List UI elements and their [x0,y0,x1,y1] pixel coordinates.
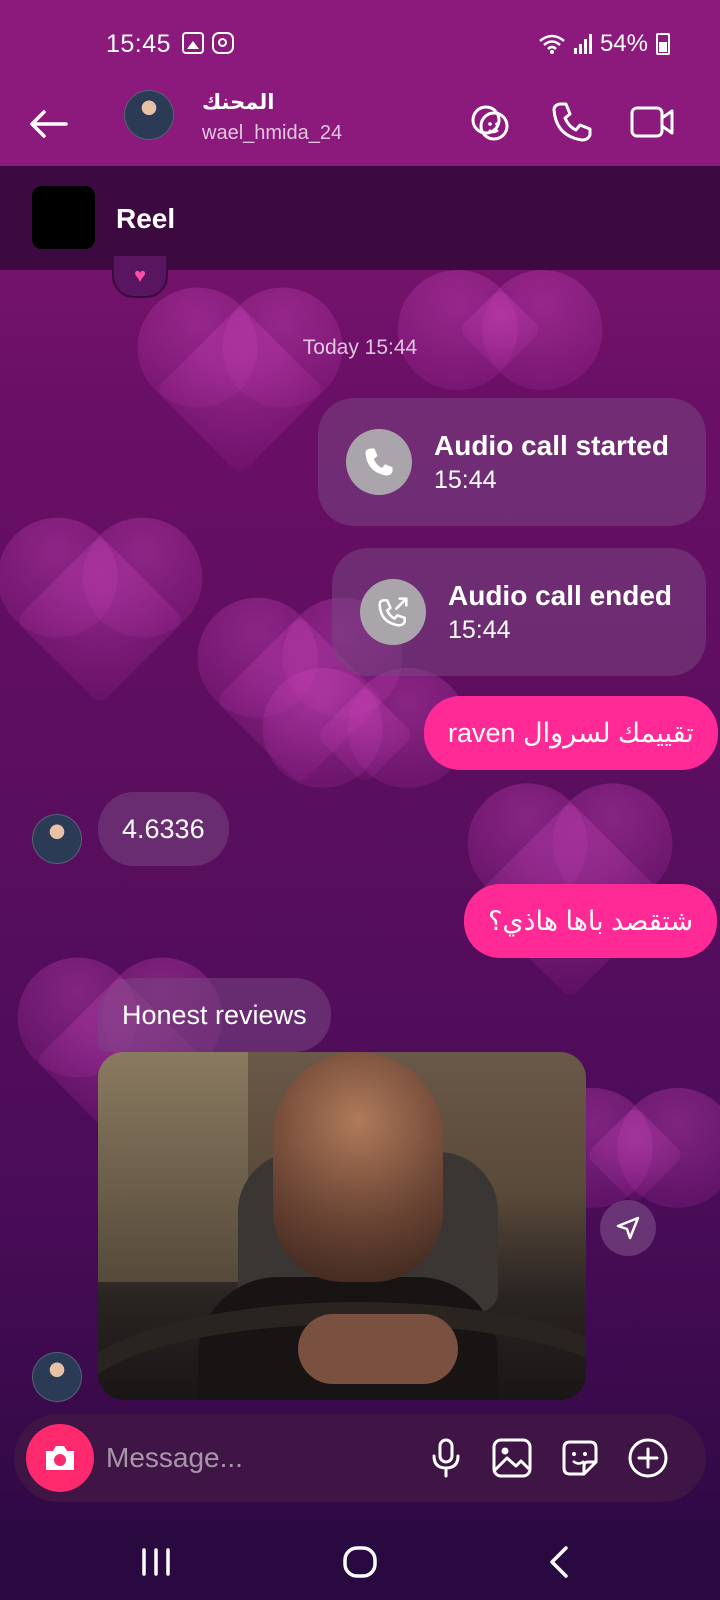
date-separator: Today 15:44 [302,336,418,359]
phone-icon [365,448,393,476]
contact-avatar[interactable] [124,90,174,140]
call-ended-bubble[interactable]: Audio call ended 15:44 [332,548,706,676]
reel-thumbnail[interactable] [32,186,95,249]
media-head [273,1052,443,1282]
call-started-text: Audio call started 15:44 [434,430,669,495]
heart-reaction[interactable]: ♥ [112,254,168,298]
received-message-bubble[interactable]: Honest reviews [98,978,331,1052]
call-ended-title: Audio call ended [448,579,673,611]
chat-header: المحنك wael_hmida_24 [0,82,720,166]
heart-decoration [585,1105,685,1205]
battery-percent: 54% [599,30,648,57]
instagram-icon [212,32,234,54]
sent-message-bubble[interactable]: تقييمك لسروال raven [424,696,718,770]
sticker-icon[interactable] [558,1436,602,1480]
outgoing-call-icon [378,597,408,627]
heart-decoration [15,535,185,705]
contact-name[interactable]: المحنك [202,90,274,115]
media-car-window [98,1052,248,1282]
battery-icon [656,33,670,55]
heart-decoration [155,305,325,475]
home-icon[interactable] [338,1540,382,1584]
back-arrow-icon[interactable] [26,102,70,146]
call-icon-wrapper [346,429,412,495]
media-hands [298,1314,458,1384]
call-started-time: 15:44 [434,465,497,494]
contact-username[interactable]: wael_hmida_24 [202,122,342,145]
reel-label: Reel [116,203,176,234]
camera-button[interactable] [26,1424,94,1492]
gallery-icon[interactable] [490,1436,534,1480]
wifi-icon [539,34,565,54]
camera-icon [46,1446,74,1470]
phone-icon[interactable] [548,98,596,146]
call-started-title: Audio call started [434,429,669,461]
status-bar: 15:45 54% [0,0,720,82]
shared-media-image[interactable] [98,1052,586,1400]
status-left-icons [182,32,234,54]
send-icon [616,1216,640,1240]
recent-apps-icon[interactable] [134,1540,178,1584]
status-right-icons: 54% [538,30,670,58]
add-icon[interactable] [626,1436,670,1480]
heart-decoration [315,685,415,785]
system-nav-bar [0,1520,720,1600]
reel-banner[interactable]: Reel [0,166,720,270]
call-ended-text: Audio call ended 15:44 [448,580,672,645]
call-ended-time: 15:44 [448,615,511,644]
message-composer [14,1414,706,1502]
sender-avatar[interactable] [32,1352,82,1402]
gallery-icon [182,32,204,54]
message-input[interactable] [106,1434,406,1482]
call-icon-wrapper [360,579,426,645]
status-time: 15:45 [106,30,172,58]
microphone-icon[interactable] [424,1436,468,1480]
received-message-bubble[interactable]: 4.6336 [98,792,229,866]
call-started-bubble[interactable]: Audio call started 15:44 [318,398,706,526]
nav-back-icon[interactable] [538,1540,582,1584]
sender-avatar[interactable] [32,814,82,864]
video-icon[interactable] [628,98,676,146]
sent-message-bubble[interactable]: شتقصد باها هاذي؟ [464,884,718,958]
signal-icon [573,34,592,54]
share-button[interactable] [600,1200,656,1256]
effects-icon[interactable] [466,98,514,146]
